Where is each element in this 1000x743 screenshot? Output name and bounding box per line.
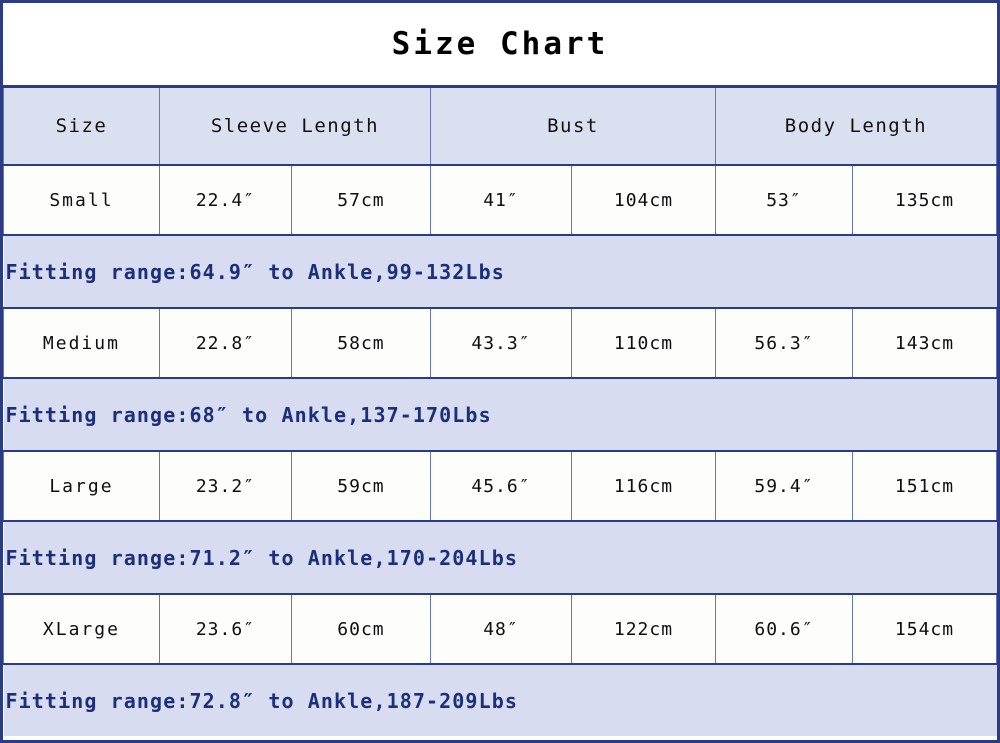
- cell-sleeve-inch: 22.4″: [158, 164, 292, 236]
- cell-size: Medium: [3, 307, 160, 379]
- chart-title-row: Size Chart: [3, 3, 997, 88]
- cell-bust-cm: 122cm: [570, 593, 716, 665]
- cell-sleeve-inch: 22.8″: [158, 307, 292, 379]
- cell-bust-inch: 45.6″: [429, 450, 572, 522]
- cell-bust-inch: 43.3″: [429, 307, 572, 379]
- cell-sleeve-inch: 23.6″: [158, 593, 292, 665]
- column-header-size: Size: [3, 88, 160, 166]
- cell-bust-cm: 104cm: [570, 164, 716, 236]
- cell-bust-inch: 41″: [429, 164, 572, 236]
- column-header-sleeve-length: Sleeve Length: [158, 88, 431, 166]
- cell-sleeve-inch: 23.2″: [158, 450, 292, 522]
- cell-sleeve-cm: 57cm: [290, 164, 431, 236]
- cell-body-cm: 154cm: [851, 593, 997, 665]
- size-chart-container: Size Chart Size Sleeve Length Bust Body …: [0, 0, 1000, 743]
- table-row: XLarge 23.6″ 60cm 48″ 122cm 60.6″ 154cm: [3, 593, 997, 665]
- cell-size: XLarge: [3, 593, 160, 665]
- cell-bust-cm: 110cm: [570, 307, 716, 379]
- cell-body-inch: 59.4″: [714, 450, 853, 522]
- fitting-range-row: Fitting range:64.9″ to Ankle,99-132Lbs: [3, 234, 997, 309]
- cell-sleeve-cm: 59cm: [290, 450, 431, 522]
- table-row: Small 22.4″ 57cm 41″ 104cm 53″ 135cm: [3, 164, 997, 236]
- fitting-range-text: Fitting range:64.9″ to Ankle,99-132Lbs: [3, 234, 997, 309]
- fitting-range-row: Fitting range:68″ to Ankle,137-170Lbs: [3, 377, 997, 452]
- cell-body-cm: 151cm: [851, 450, 997, 522]
- fitting-range-text: Fitting range:68″ to Ankle,137-170Lbs: [3, 377, 997, 452]
- table-row: Large 23.2″ 59cm 45.6″ 116cm 59.4″ 151cm: [3, 450, 997, 522]
- column-header-body-length: Body Length: [714, 88, 997, 166]
- cell-body-cm: 135cm: [851, 164, 997, 236]
- cell-sleeve-cm: 58cm: [290, 307, 431, 379]
- table-header-row: Size Sleeve Length Bust Body Length: [3, 88, 997, 166]
- cell-body-inch: 60.6″: [714, 593, 853, 665]
- fitting-range-text: Fitting range:71.2″ to Ankle,170-204Lbs: [3, 520, 997, 595]
- cell-bust-cm: 116cm: [570, 450, 716, 522]
- cell-body-inch: 56.3″: [714, 307, 853, 379]
- size-chart-table: Size Sleeve Length Bust Body Length Smal…: [3, 88, 997, 736]
- cell-bust-inch: 48″: [429, 593, 572, 665]
- fitting-range-row: Fitting range:72.8″ to Ankle,187-209Lbs: [3, 663, 997, 736]
- fitting-range-text: Fitting range:72.8″ to Ankle,187-209Lbs: [3, 663, 997, 736]
- cell-size: Small: [3, 164, 160, 236]
- cell-size: Large: [3, 450, 160, 522]
- table-row: Medium 22.8″ 58cm 43.3″ 110cm 56.3″ 143c…: [3, 307, 997, 379]
- cell-body-inch: 53″: [714, 164, 853, 236]
- cell-sleeve-cm: 60cm: [290, 593, 431, 665]
- fitting-range-row: Fitting range:71.2″ to Ankle,170-204Lbs: [3, 520, 997, 595]
- cell-body-cm: 143cm: [851, 307, 997, 379]
- page-title: Size Chart: [391, 25, 609, 62]
- column-header-bust: Bust: [429, 88, 716, 166]
